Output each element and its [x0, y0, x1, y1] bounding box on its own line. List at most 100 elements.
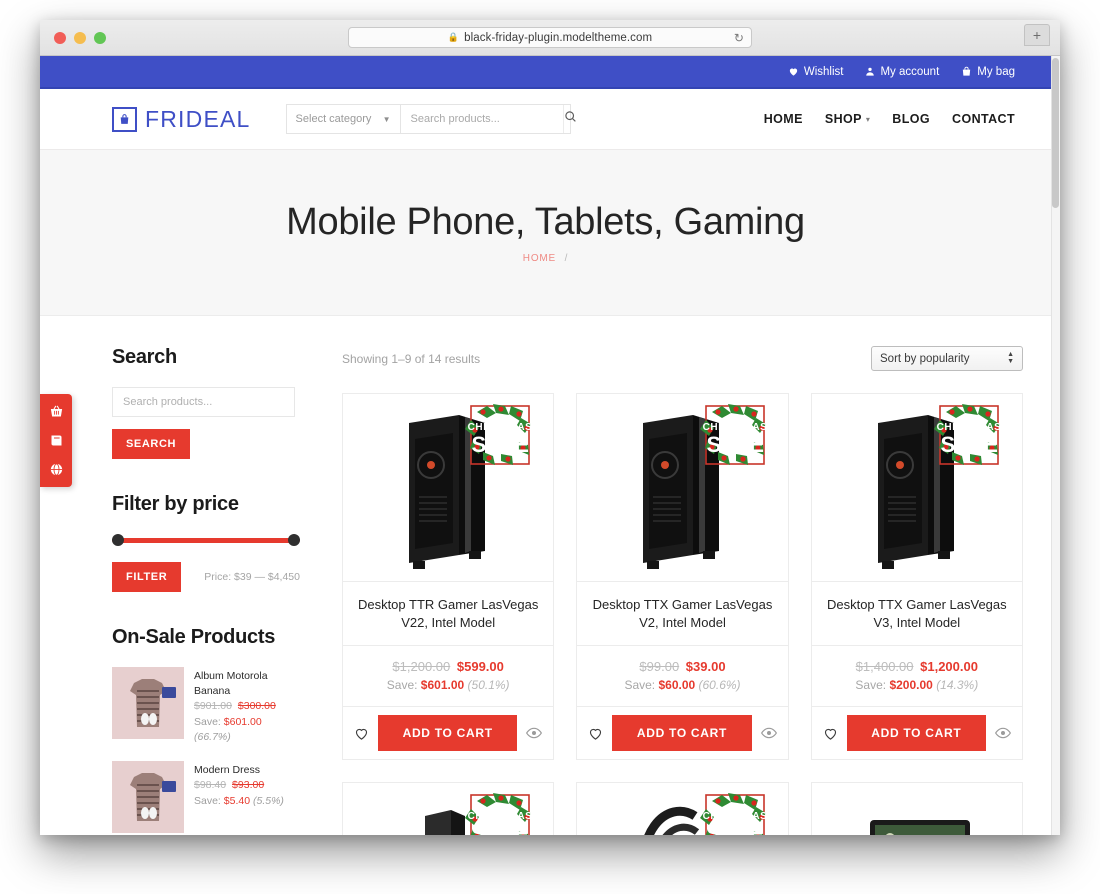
screenshot-root: 🔒 black-friday-plugin.modeltheme.com ↻ +…: [0, 0, 1100, 894]
sidebar-search-button[interactable]: SEARCH: [112, 429, 191, 459]
page-scrollbar[interactable]: [1051, 56, 1060, 835]
scrollbar-thumb[interactable]: [1052, 58, 1059, 208]
site-logo[interactable]: FRIDEAL: [112, 106, 251, 133]
save-amount: $601.00: [420, 678, 465, 693]
product-card[interactable]: [810, 782, 1023, 835]
breadcrumb-separator: /: [564, 253, 569, 264]
nav-item-contact[interactable]: CONTACT: [952, 112, 1015, 126]
price-slider-handle-min[interactable]: [112, 534, 124, 546]
minimize-window-button[interactable]: [74, 31, 86, 44]
sale-badge: CHRISTMAS SALE: [698, 791, 772, 835]
product-price: $1,200.00 $599.00 Save: $601.00 (50.1%): [343, 646, 554, 708]
product-image[interactable]: CHRISTMAS SALE: [343, 394, 554, 582]
sidebar-search-input[interactable]: [112, 387, 295, 417]
product-thumbnail: [112, 761, 184, 834]
product-thumbnail: [112, 667, 184, 739]
add-to-cart-button[interactable]: ADD TO CART: [612, 715, 752, 752]
product-name[interactable]: Desktop TTX Gamer LasVegas V3, Intel Mod…: [811, 582, 1022, 647]
search-submit-button[interactable]: [562, 105, 577, 133]
page-hero: Mobile Phone, Tablets, Gaming HOME /: [40, 150, 1051, 316]
product-image[interactable]: CHRISTMAS SALE: [577, 394, 788, 582]
heart-outline-icon[interactable]: [823, 726, 838, 741]
svg-text:SALE: SALE: [706, 432, 763, 457]
product-image[interactable]: CHRISTMAS SALE: [577, 783, 787, 835]
user-icon: [865, 66, 875, 77]
widget-search: Search SEARCH: [112, 346, 302, 459]
save-label: Save:: [194, 794, 221, 807]
product-card[interactable]: CHRISTMAS SALE Desktop TTX Gamer LasVega…: [810, 393, 1023, 761]
new-tab-button[interactable]: +: [1024, 24, 1050, 46]
price-slider-handle-max[interactable]: [288, 534, 300, 546]
price-slider-track: [112, 538, 300, 543]
sort-select[interactable]: Sort by popularity ▲ ▼: [871, 346, 1023, 371]
results-count: Showing 1–9 of 14 results: [342, 351, 481, 366]
url-text: black-friday-plugin.modeltheme.com: [464, 31, 653, 44]
old-price: $98.40: [194, 779, 227, 792]
svg-text:SALE: SALE: [940, 432, 997, 457]
address-bar[interactable]: 🔒 black-friday-plugin.modeltheme.com ↻: [348, 27, 752, 48]
list-item[interactable]: Modern Dress $98.40 $93.00 Save: $5.40 (…: [112, 761, 302, 834]
product-actions: ADD TO CART: [343, 707, 553, 759]
topbar-link-wishlist[interactable]: Wishlist: [788, 65, 844, 78]
eye-icon[interactable]: [994, 727, 1011, 739]
main-navigation: HOME SHOP ▾ BLOG CONTACT: [764, 112, 1015, 126]
add-to-cart-button[interactable]: ADD TO CART: [846, 715, 986, 752]
heart-outline-icon[interactable]: [588, 726, 603, 741]
basket-icon[interactable]: [49, 404, 64, 419]
breadcrumb: HOME /: [523, 253, 568, 264]
widget-onsale-products: On-Sale Products Album Motorola Banana $…: [112, 626, 302, 835]
topbar-label: Wishlist: [803, 65, 844, 78]
browser-window: 🔒 black-friday-plugin.modeltheme.com ↻ +…: [40, 20, 1060, 835]
new-price: $599.00: [456, 659, 504, 675]
reload-icon[interactable]: ↻: [734, 32, 744, 44]
search-icon: [564, 110, 577, 128]
category-select[interactable]: Select category ▼: [285, 104, 401, 134]
price-slider[interactable]: [112, 534, 300, 546]
browser-viewport: Wishlist My account My bag FRIDEAL Selec…: [40, 56, 1060, 835]
logo-text: FRIDEAL: [145, 105, 251, 132]
product-card[interactable]: CHRISTMAS SALE: [342, 782, 555, 835]
topbar-link-my-account[interactable]: My account: [865, 66, 939, 78]
book-icon[interactable]: [49, 433, 64, 448]
product-image[interactable]: CHRISTMAS SALE: [343, 783, 553, 835]
heart-outline-icon[interactable]: [354, 726, 369, 741]
add-to-cart-button[interactable]: ADD TO CART: [378, 715, 518, 752]
save-percent: (5.5%): [252, 794, 284, 807]
breadcrumb-home[interactable]: HOME: [523, 253, 556, 264]
topbar-link-my-bag[interactable]: My bag: [961, 66, 1015, 78]
nav-item-blog[interactable]: BLOG: [892, 112, 930, 126]
list-item[interactable]: Album Motorola Banana $901.00 $300.00 Sa…: [112, 667, 302, 745]
window-controls[interactable]: [54, 31, 106, 44]
maximize-window-button[interactable]: [94, 31, 106, 44]
save-label: Save:: [194, 715, 221, 728]
eye-icon[interactable]: [760, 727, 777, 739]
eye-icon[interactable]: [526, 727, 543, 739]
nav-item-home[interactable]: HOME: [764, 112, 803, 126]
product-name[interactable]: Desktop TTR Gamer LasVegas V22, Intel Mo…: [343, 582, 554, 647]
product-card[interactable]: CHRISTMAS SALE Desktop TTX Gamer LasVega…: [576, 393, 789, 761]
product-card[interactable]: CHRISTMAS SALE Desktop TTR Gamer LasVega…: [342, 393, 555, 761]
save-percent: (66.7%): [194, 730, 231, 743]
nav-item-shop[interactable]: SHOP ▾: [825, 112, 870, 126]
product-image[interactable]: CHRISTMAS SALE: [811, 394, 1022, 582]
save-amount: $60.00: [658, 678, 696, 693]
save-label: Save:: [855, 678, 887, 693]
svg-text:SALE: SALE: [472, 432, 529, 457]
globe-icon[interactable]: [49, 462, 64, 477]
price-range-label: Price: $39 — $4,450: [204, 571, 300, 583]
search-input[interactable]: [400, 105, 563, 133]
new-price: $300.00: [237, 700, 276, 713]
save-amount: $200.00: [889, 678, 933, 693]
close-window-button[interactable]: [54, 31, 66, 44]
product-name: Album Motorola Banana: [194, 670, 268, 698]
price-filter-button[interactable]: FILTER: [112, 562, 182, 592]
old-price: $1,200.00: [392, 659, 451, 675]
page-content: Wishlist My account My bag FRIDEAL Selec…: [40, 56, 1051, 835]
product-card[interactable]: CHRISTMAS SALE: [576, 782, 789, 835]
product-name[interactable]: Desktop TTX Gamer LasVegas V2, Intel Mod…: [577, 582, 788, 647]
header-search: Select category ▼: [285, 104, 576, 134]
product-image[interactable]: [812, 783, 1022, 835]
new-price: $1,200.00: [920, 659, 978, 675]
product-grid: CHRISTMAS SALE Desktop TTR Gamer LasVega…: [342, 393, 1023, 835]
save-percent: (14.3%): [936, 678, 979, 693]
